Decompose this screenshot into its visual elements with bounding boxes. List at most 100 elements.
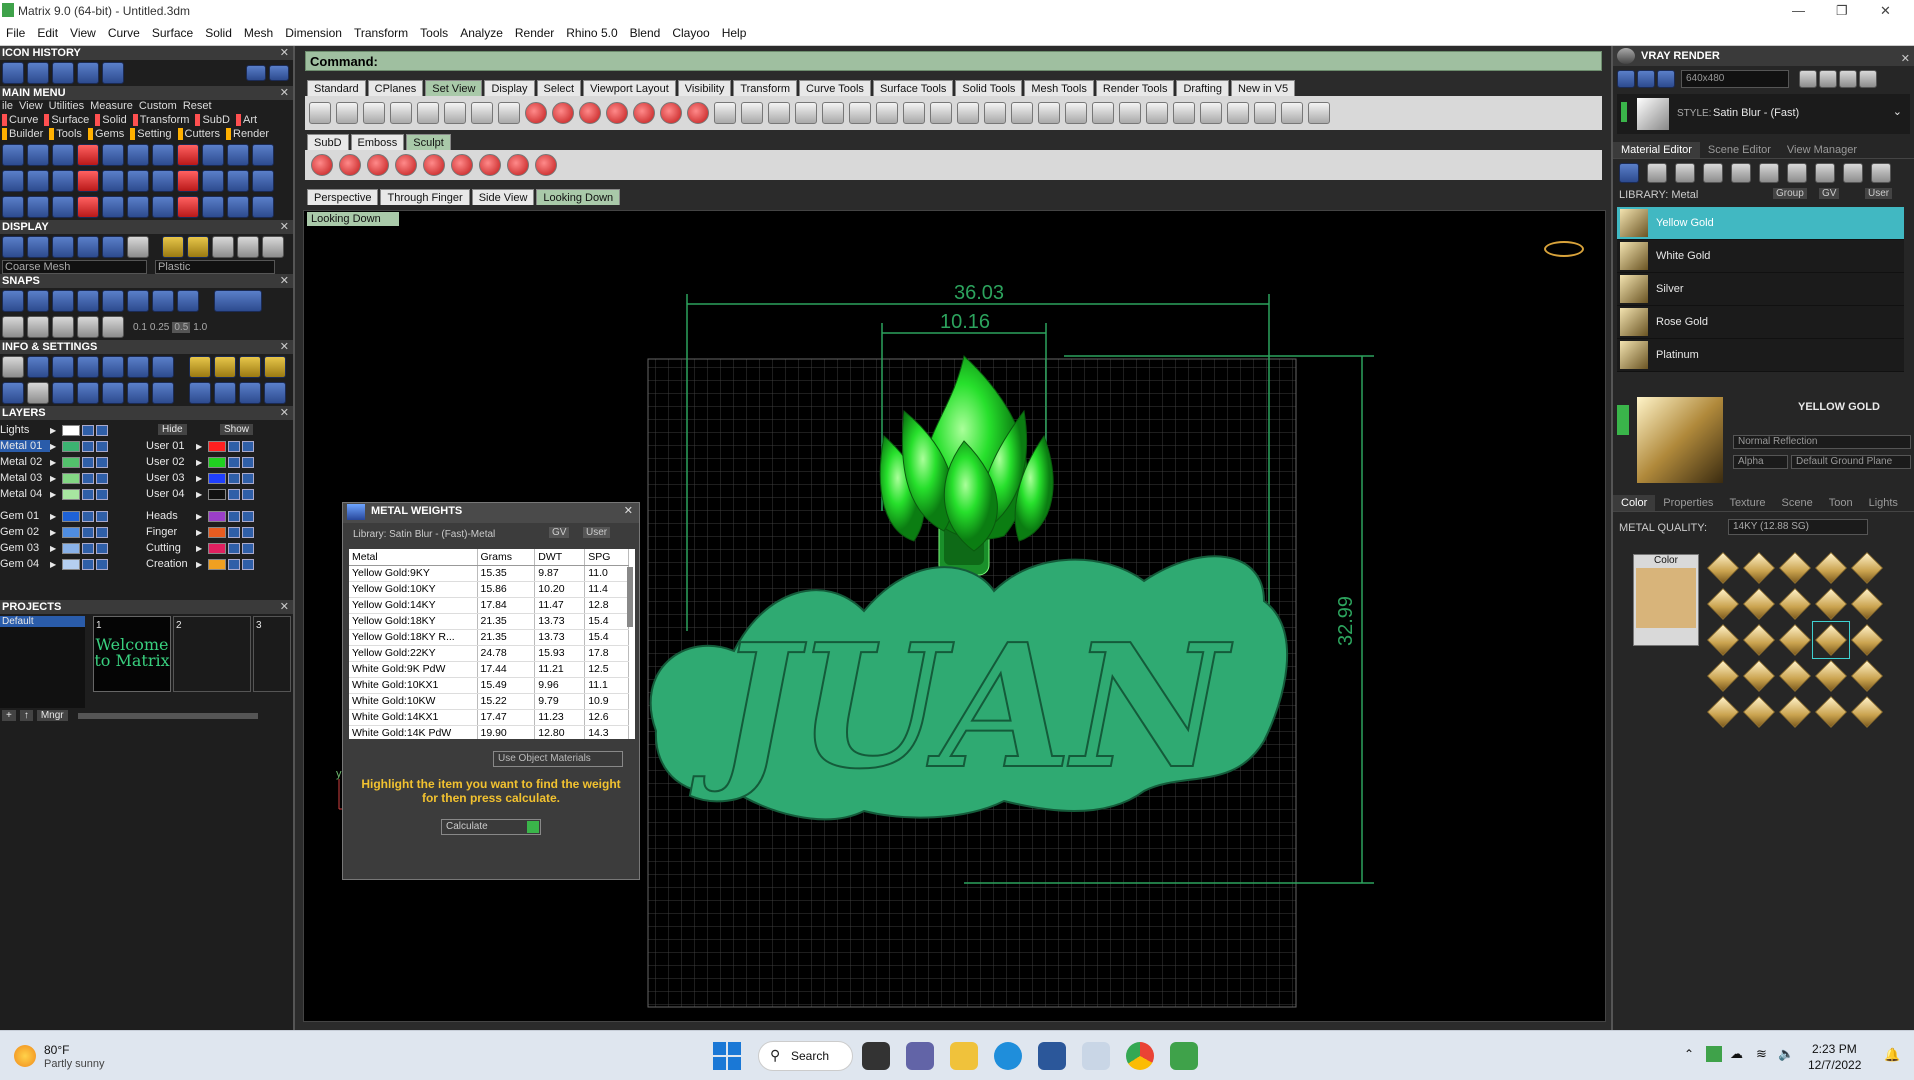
metal-icon[interactable] [1619, 163, 1639, 183]
layer-row[interactable]: Metal 03 ▶ [0, 470, 140, 486]
rendered-icon[interactable] [52, 236, 74, 258]
info-icon[interactable] [189, 382, 211, 404]
material-list-item[interactable]: White Gold [1617, 240, 1904, 273]
main-menu-item[interactable]: Custom [139, 100, 177, 112]
tool-icon[interactable] [27, 170, 49, 192]
menu-item-surface[interactable]: Surface [146, 22, 199, 40]
layer-lock-icon[interactable] [82, 542, 95, 554]
tool-icon[interactable] [102, 196, 124, 218]
tool-icon[interactable] [127, 144, 149, 166]
menu-item-dimension[interactable]: Dimension [279, 22, 348, 40]
menu-item-analyze[interactable]: Analyze [454, 22, 509, 40]
material-subtab[interactable]: Texture [1721, 495, 1773, 511]
table-row[interactable]: Yellow Gold:18KY 21.35 13.73 15.4 [349, 613, 629, 630]
layer-color-swatch[interactable] [208, 440, 227, 452]
editor-tab[interactable]: Material Editor [1613, 142, 1700, 158]
info-icon[interactable] [27, 382, 49, 404]
grid-icon[interactable] [2, 316, 24, 338]
layer-color-swatch[interactable] [62, 510, 81, 522]
render-icon[interactable] [1617, 70, 1635, 88]
layer-lock-icon[interactable] [82, 488, 95, 500]
view-tool-icon[interactable] [768, 102, 790, 124]
layer-lock-icon[interactable] [228, 456, 241, 468]
material-icon[interactable] [1871, 163, 1891, 183]
group-toggle[interactable]: Group [1773, 188, 1807, 199]
view-tool-icon[interactable] [552, 102, 574, 124]
cube-icon[interactable] [77, 356, 99, 378]
menu-item-rhino-5-0[interactable]: Rhino 5.0 [560, 22, 623, 40]
layer-row[interactable]: User 02 ▶ [146, 454, 291, 470]
layer-row[interactable]: Metal 01 ▶ [0, 438, 140, 454]
command-line[interactable]: Command: [305, 51, 1602, 71]
main-menu-category[interactable]: Transform [132, 114, 190, 126]
layer-expand-icon[interactable]: ▶ [50, 528, 56, 537]
metal-swatch[interactable] [1705, 658, 1741, 694]
close-icon[interactable]: ✕ [280, 600, 289, 614]
toolbar-tab[interactable]: Transform [733, 80, 798, 96]
table-row[interactable]: Yellow Gold:22KY 24.78 15.93 17.8 [349, 645, 629, 662]
hide-button[interactable]: Hide [158, 424, 187, 435]
layer-row[interactable]: Cutting ▶ [146, 540, 291, 556]
toolbar-tab[interactable]: Drafting [1176, 80, 1229, 96]
layer-expand-icon[interactable]: ▶ [50, 474, 56, 483]
tool-icon[interactable] [27, 144, 49, 166]
sphere-icon[interactable] [77, 236, 99, 258]
info-icon[interactable] [264, 382, 286, 404]
view-tool-icon[interactable] [579, 102, 601, 124]
layer-visible-icon[interactable] [242, 488, 255, 500]
tool-icon[interactable] [152, 144, 174, 166]
mesh-dropdown[interactable]: Coarse Mesh [2, 260, 147, 274]
info-icon[interactable] [214, 356, 236, 378]
layer-expand-icon[interactable]: ▶ [196, 442, 202, 451]
material-icon[interactable] [1787, 163, 1807, 183]
main-menu-category[interactable]: Cutters [177, 128, 220, 140]
table-row[interactable]: Yellow Gold:18KY R... 21.35 13.73 15.4 [349, 629, 629, 646]
snap-toggle[interactable] [214, 290, 262, 312]
layer-expand-icon[interactable]: ▶ [50, 544, 56, 553]
snap-value-1[interactable]: 0.1 [133, 322, 147, 333]
material-ball-icon[interactable] [237, 236, 259, 258]
layer-visible-icon[interactable] [96, 440, 109, 452]
layer-lock-icon[interactable] [228, 488, 241, 500]
layer-color-swatch[interactable] [208, 510, 227, 522]
view-tool-icon[interactable] [390, 102, 412, 124]
render-option-icon[interactable] [1819, 70, 1837, 88]
layer-visible-icon[interactable] [242, 526, 255, 538]
tool-icon[interactable] [102, 170, 124, 192]
menu-item-view[interactable]: View [64, 22, 102, 40]
metal-swatch[interactable] [1777, 550, 1813, 586]
layer-row[interactable]: Lights ▶ [0, 422, 140, 438]
toolbar-tab[interactable]: Set View [425, 80, 483, 96]
layer-color-swatch[interactable] [62, 424, 81, 436]
gumball-icon[interactable] [102, 316, 124, 338]
snap-point-icon[interactable] [52, 290, 74, 312]
view-tool-icon[interactable] [714, 102, 736, 124]
view-tool-icon[interactable] [1146, 102, 1168, 124]
snap-int-icon[interactable] [127, 290, 149, 312]
style-selector[interactable]: STYLE: Satin Blur - (Fast) ⌄ [1617, 94, 1910, 134]
view-tool-icon[interactable] [444, 102, 466, 124]
tool-icon[interactable] [177, 144, 199, 166]
toolbar-tab[interactable]: Curve Tools [799, 80, 871, 96]
layer-color-swatch[interactable] [62, 558, 81, 570]
layer-lock-icon[interactable] [82, 558, 95, 570]
history-icon[interactable] [27, 62, 49, 84]
layer-row[interactable]: Gem 04 ▶ [0, 556, 140, 572]
viewport-tab[interactable]: Side View [471, 189, 535, 205]
snap-perp-icon[interactable] [152, 290, 174, 312]
tool-icon[interactable] [77, 170, 99, 192]
tool-icon[interactable] [177, 196, 199, 218]
tool-icon[interactable] [2, 144, 24, 166]
resolution-dropdown[interactable]: 640x480 [1681, 70, 1789, 88]
sculpt-tab[interactable]: Emboss [350, 134, 405, 150]
sculpt-tool-icon[interactable] [535, 154, 557, 176]
material-subtab[interactable]: Scene [1774, 495, 1821, 511]
layer-color-swatch[interactable] [208, 526, 227, 538]
main-menu-category[interactable]: Tools [49, 128, 82, 140]
layer-expand-icon[interactable]: ▶ [196, 458, 202, 467]
info-icon[interactable] [239, 382, 261, 404]
gear-icon[interactable] [2, 356, 24, 378]
user-toggle[interactable]: User [583, 527, 611, 538]
metal-swatch[interactable] [1777, 586, 1813, 622]
view-tool-icon[interactable] [309, 102, 331, 124]
